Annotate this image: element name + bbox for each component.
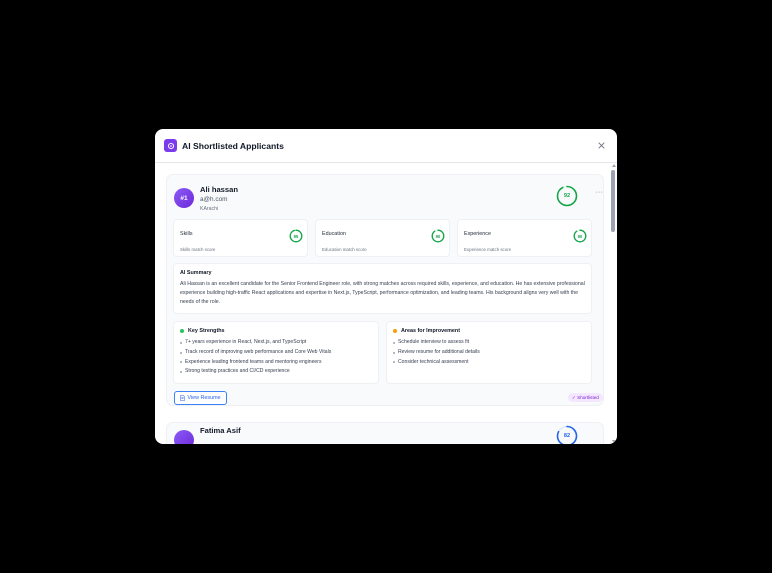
summary-title: AI Summary [180, 270, 212, 276]
list-item: Review resume for additional details [393, 348, 585, 358]
metric-score: 90 [577, 233, 583, 239]
summary-text: Ali Hassan is an excellent candidate for… [180, 281, 585, 305]
applicant-card: #1 Ali hassan a@h.com KArachi 92 ··· Ski… [166, 174, 604, 406]
applicant-name: Ali hassan [200, 185, 238, 194]
metric-score: 90 [435, 233, 441, 239]
metric-score-ring: 90 [431, 229, 445, 243]
scrollbar[interactable] [611, 163, 616, 444]
metric-education: Education Education match score 90 [315, 219, 450, 257]
applicant-city: KArachi [200, 206, 219, 212]
close-icon[interactable] [595, 140, 607, 152]
scroll-down-icon[interactable] [612, 440, 616, 443]
shortlist-modal: AI Shortlisted Applicants #1 Ali hassan … [155, 129, 617, 444]
strengths-title: Key Strengths [188, 328, 225, 334]
metric-subtitle: Experience match score [464, 247, 512, 252]
overall-score: 82 [563, 433, 571, 439]
areas-for-improvement: Areas for Improvement Schedule interview… [386, 321, 592, 384]
orange-dot-icon [393, 329, 397, 333]
shortlisted-badge: ✓ Shortlisted [568, 393, 603, 402]
metric-skills: Skills Skills match score 95 [173, 219, 308, 257]
list-item: Schedule interview to assess fit [393, 338, 585, 348]
list-item: 7+ years experience in React, Next.js, a… [180, 338, 372, 348]
more-options-button[interactable]: ··· [595, 189, 604, 196]
metric-score-ring: 95 [289, 229, 303, 243]
view-resume-button[interactable]: View Resume [174, 391, 227, 405]
applicant-name: Fatima Asif [200, 426, 241, 435]
metric-subtitle: Skills match score [180, 247, 216, 252]
green-dot-icon [180, 329, 184, 333]
list-item: Consider technical assessment [393, 358, 585, 368]
overall-score: 92 [563, 193, 571, 199]
overall-score-ring: 82 [556, 425, 578, 444]
metric-score: 95 [293, 233, 299, 239]
metric-title: Skills [180, 231, 193, 237]
applicant-list[interactable]: #1 Ali hassan a@h.com KArachi 92 ··· Ski… [155, 163, 617, 444]
metric-title: Education [322, 231, 346, 237]
modal-header: AI Shortlisted Applicants [155, 129, 617, 163]
metric-title: Experience [464, 231, 491, 237]
sparkle-icon [164, 139, 177, 152]
rank-avatar: #1 [174, 188, 194, 208]
applicant-email: a@h.com [200, 196, 228, 203]
scroll-up-icon[interactable] [612, 164, 616, 167]
list-item: Experience leading frontend teams and me… [180, 358, 372, 368]
applicant-card: Fatima Asif 82 [166, 422, 604, 444]
metric-experience: Experience Experience match score 90 [457, 219, 592, 257]
key-strengths: Key Strengths 7+ years experience in Rea… [173, 321, 379, 384]
modal-title: AI Shortlisted Applicants [182, 140, 284, 151]
metric-score-ring: 90 [573, 229, 587, 243]
scroll-thumb[interactable] [611, 170, 615, 232]
list-item: Strong testing practices and CI/CD exper… [180, 367, 372, 377]
view-resume-label: View Resume [187, 395, 221, 401]
rank-avatar [174, 430, 194, 444]
list-item: Track record of improving web performanc… [180, 348, 372, 358]
metric-subtitle: Education match score [322, 247, 367, 252]
improvement-title: Areas for Improvement [401, 328, 461, 334]
overall-score-ring: 92 [556, 185, 578, 207]
document-icon [180, 395, 186, 401]
ai-summary: AI Summary Ali Hassan is an excellent ca… [173, 263, 592, 314]
